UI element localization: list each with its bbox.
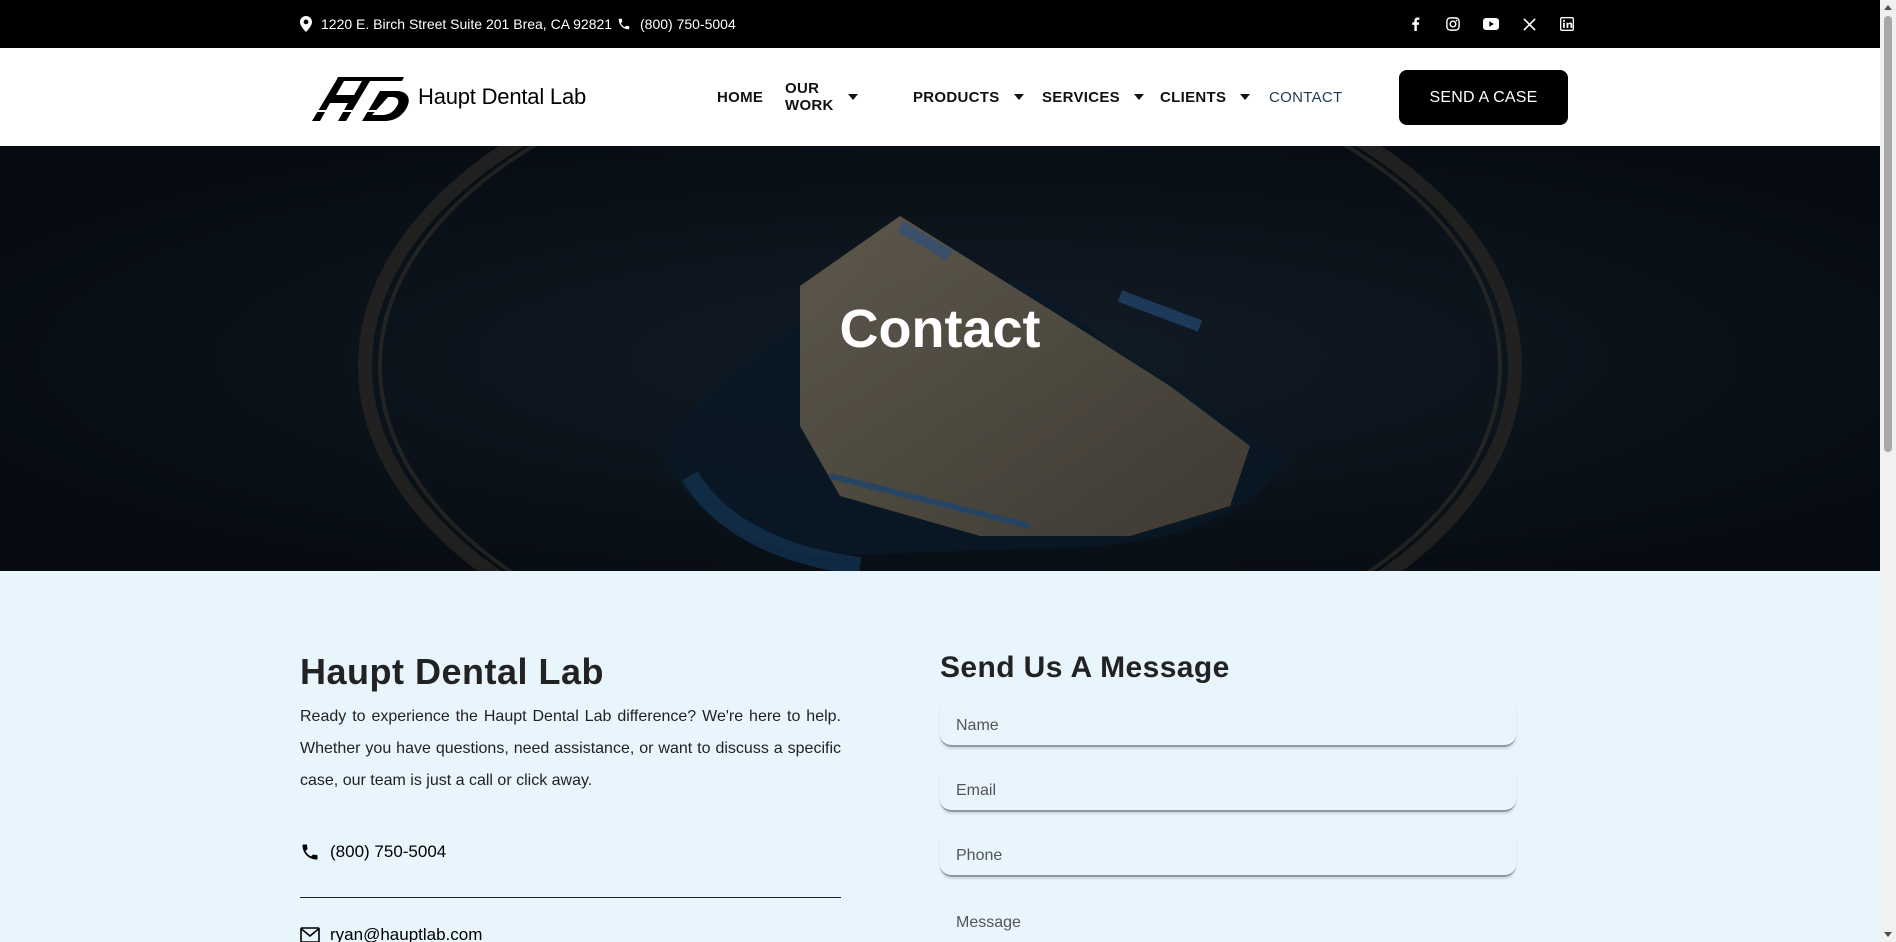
chevron-down-icon: [1240, 94, 1251, 100]
facebook-icon[interactable]: [1405, 14, 1425, 34]
page-title: Contact: [839, 298, 1041, 359]
nav-products-label: PRODUCTS: [913, 88, 1000, 106]
phone-text[interactable]: (800) 750-5004: [640, 16, 736, 32]
instagram-icon[interactable]: [1443, 14, 1463, 34]
logo-text: Haupt Dental Lab: [418, 84, 587, 109]
scroll-up-arrow-icon[interactable]: [1884, 5, 1892, 10]
address-info: 1220 E. Birch Street Suite 201 Brea, CA …: [300, 0, 612, 48]
name-field[interactable]: [940, 707, 1516, 747]
contact-phone-text[interactable]: (800) 750-5004: [330, 842, 446, 862]
contact-section: Haupt Dental Lab Ready to experience the…: [0, 571, 1880, 942]
page-scrollbar[interactable]: [1880, 0, 1896, 942]
nav-clients[interactable]: CLIENTS: [1160, 48, 1251, 146]
phone-icon: [302, 844, 318, 860]
scroll-down-arrow-icon[interactable]: [1884, 932, 1892, 937]
phone-field[interactable]: [940, 837, 1516, 877]
nav-services[interactable]: SERVICES: [1042, 48, 1144, 146]
name-input[interactable]: [940, 707, 1516, 745]
phone-input[interactable]: [940, 837, 1516, 875]
divider: [300, 897, 841, 898]
site-header: Haupt Dental Lab HOME OUR WORK PRODUCTS …: [0, 48, 1880, 146]
nav-our-work-label: OUR WORK: [785, 80, 834, 114]
nav-services-label: SERVICES: [1042, 88, 1120, 106]
email-field[interactable]: [940, 772, 1516, 812]
nav-products[interactable]: PRODUCTS: [913, 48, 1024, 146]
contact-phone[interactable]: (800) 750-5004: [300, 842, 446, 862]
form-title: Send Us A Message: [940, 651, 1230, 684]
hero-banner: Contact: [0, 146, 1880, 571]
x-icon[interactable]: [1519, 14, 1539, 34]
lab-description: Ready to experience the Haupt Dental Lab…: [300, 708, 841, 789]
contact-email-text[interactable]: ryan@hauptlab.com: [330, 925, 482, 942]
location-pin-icon: [300, 16, 312, 32]
address-text: 1220 E. Birch Street Suite 201 Brea, CA …: [321, 16, 613, 32]
message-input[interactable]: [940, 902, 1516, 942]
nav-our-work[interactable]: OUR WORK: [785, 48, 858, 146]
scrollbar-thumb[interactable]: [1884, 16, 1892, 452]
nav-home-label: HOME: [717, 88, 764, 106]
linkedin-icon[interactable]: [1557, 14, 1577, 34]
nav-contact[interactable]: CONTACT: [1269, 48, 1342, 146]
phone-info[interactable]: (800) 750-5004: [617, 0, 736, 48]
nav-contact-label: CONTACT: [1269, 88, 1343, 106]
site-logo[interactable]: Haupt Dental Lab: [308, 68, 586, 126]
nav-clients-label: CLIENTS: [1160, 88, 1227, 106]
envelope-icon: [300, 927, 320, 942]
chevron-down-icon: [1134, 94, 1144, 100]
chevron-down-icon: [1013, 94, 1024, 100]
top-bar: 1220 E. Birch Street Suite 201 Brea, CA …: [0, 0, 1880, 48]
nav-home[interactable]: HOME: [717, 48, 763, 146]
chevron-down-icon: [847, 94, 858, 100]
send-a-case-button[interactable]: SEND A CASE: [1399, 70, 1568, 125]
phone-icon: [618, 18, 630, 30]
youtube-icon[interactable]: [1481, 14, 1501, 34]
lab-title: Haupt Dental Lab: [300, 651, 605, 692]
email-input[interactable]: [940, 772, 1516, 810]
contact-email[interactable]: ryan@hauptlab.com: [300, 925, 482, 942]
hd-logo-mark-icon: [310, 77, 409, 121]
message-field[interactable]: [940, 902, 1516, 942]
